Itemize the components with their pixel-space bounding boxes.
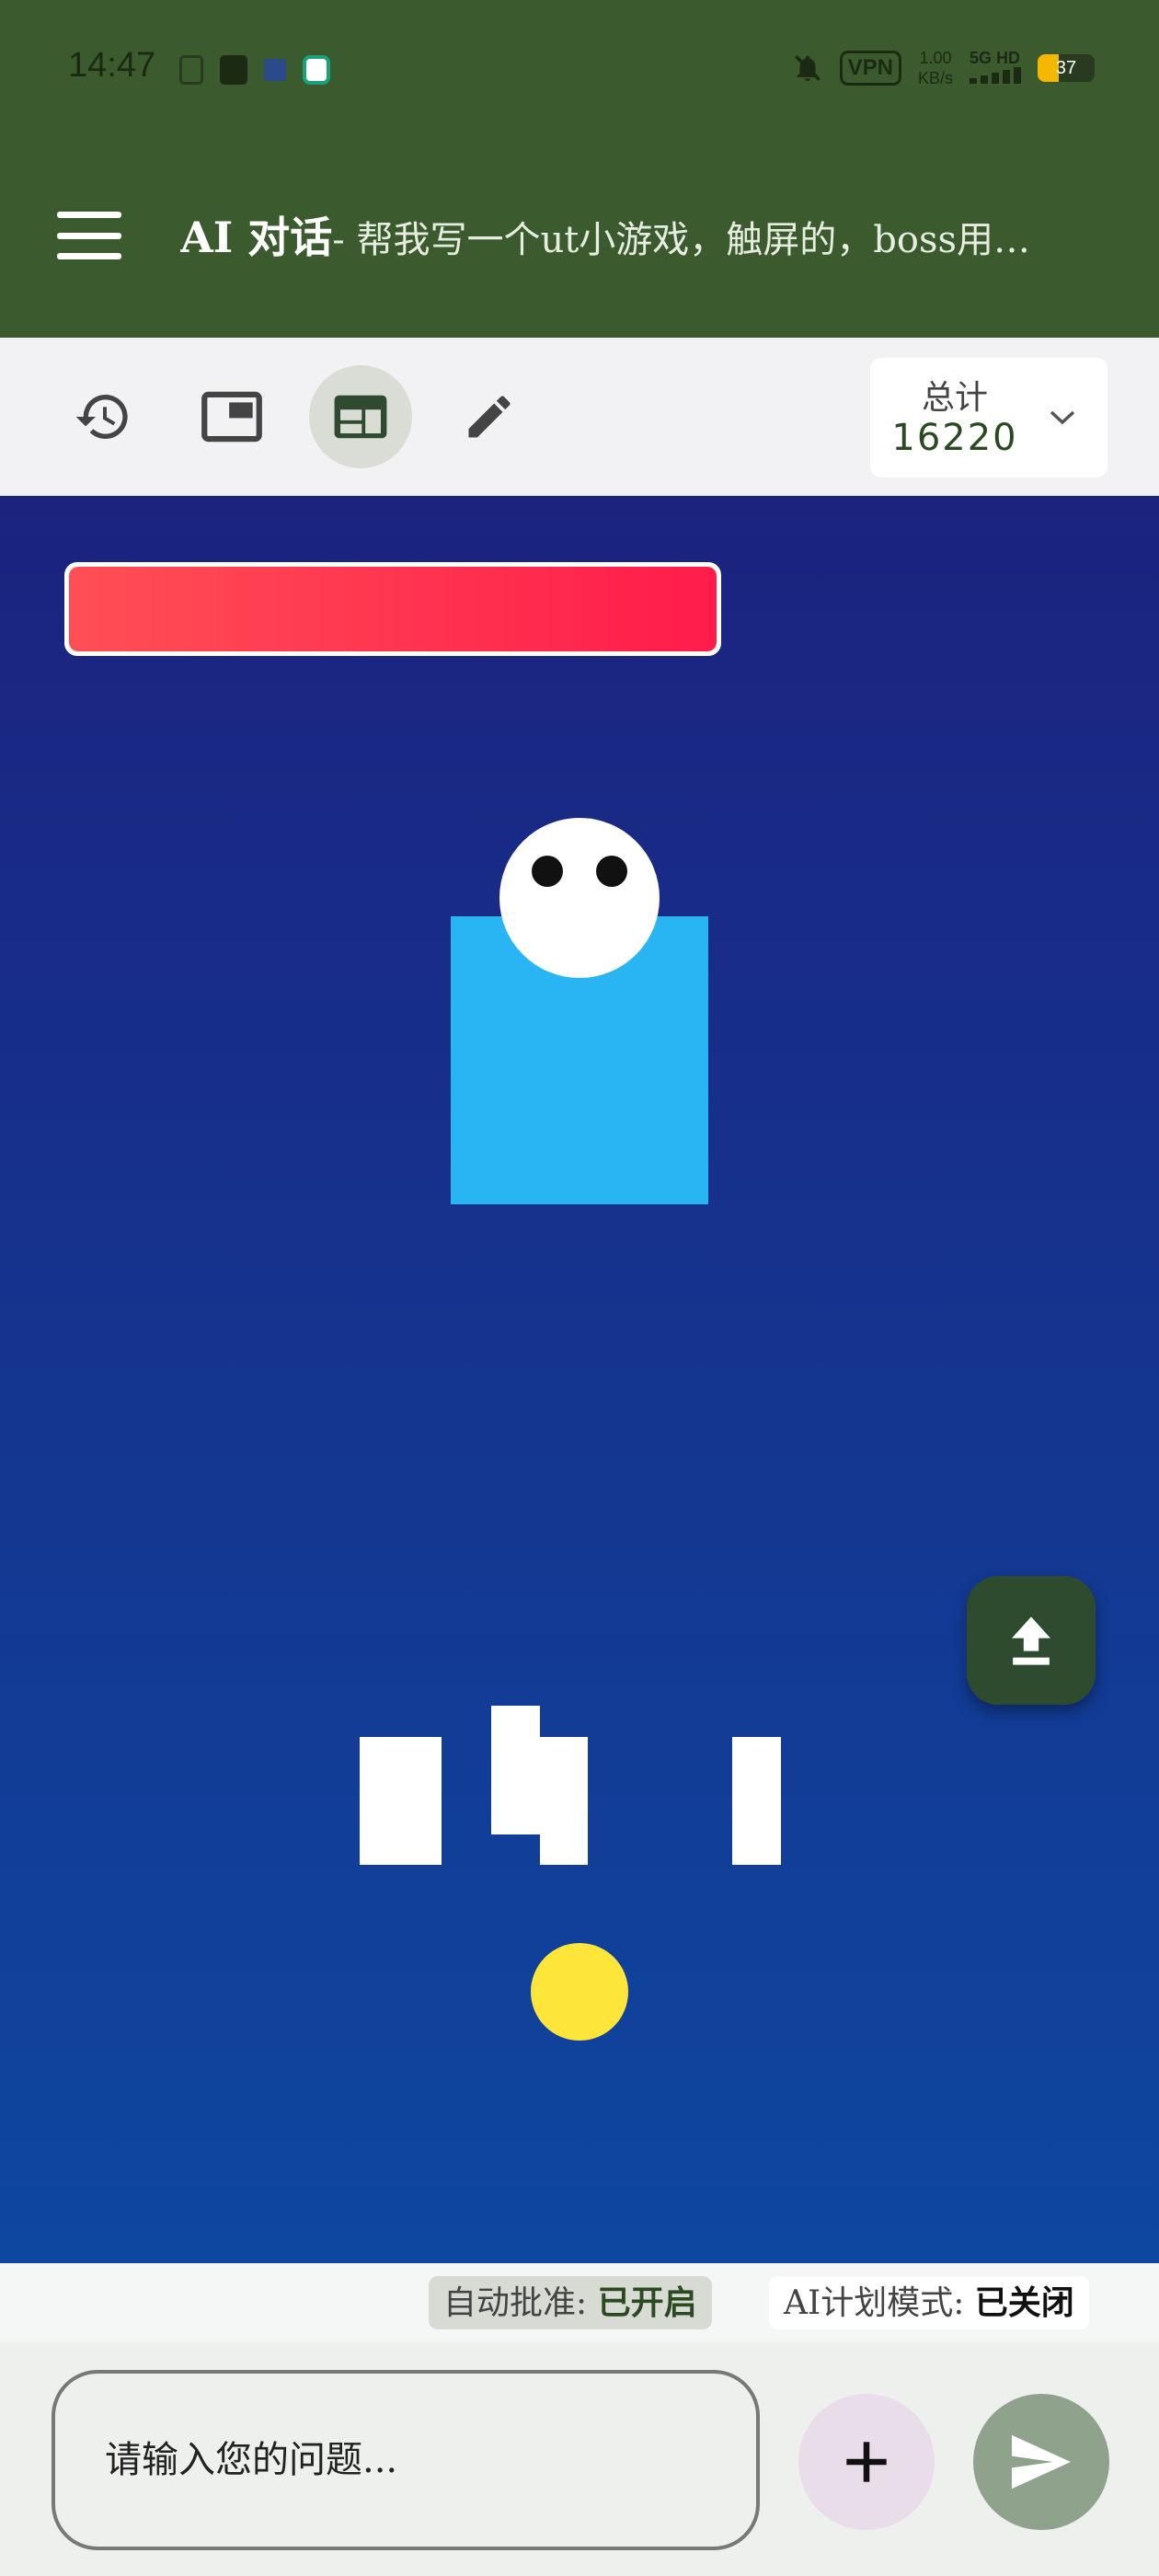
bullet [360, 1737, 442, 1865]
speed-value: 1.00 [919, 49, 952, 67]
total-value: 16220 [891, 417, 1018, 459]
history-icon [75, 395, 128, 439]
bank-app-icon [303, 55, 330, 85]
boss-right-eye [596, 856, 627, 887]
bullet [540, 1737, 588, 1865]
boss-head [499, 818, 660, 978]
game-canvas[interactable] [0, 496, 1159, 2263]
hamburger-menu-icon[interactable] [57, 212, 121, 259]
web-layout-icon [334, 395, 387, 439]
chat-input-bar [0, 2342, 1159, 2576]
picture-in-picture-icon [201, 391, 262, 443]
boss-left-eye [532, 856, 563, 887]
vpn-indicator: VPN [839, 51, 901, 86]
upload-icon [1012, 1616, 1050, 1665]
conversation-subtitle: - 帮我写一个ut小游戏，触屏的，boss用… [332, 219, 1031, 261]
picture-in-picture-button[interactable] [180, 365, 283, 468]
auto-approve-label: 自动批准: [443, 2284, 598, 2322]
plan-mode-toggle[interactable]: AI计划模式: 已关闭 [769, 2276, 1089, 2329]
add-attachment-button[interactable] [798, 2394, 935, 2530]
menu-line [57, 212, 121, 218]
signal-icon [970, 67, 1021, 84]
battery-level: 37 [1055, 58, 1077, 78]
mode-strip: 自动批准: 已开启 AI计划模式: 已关闭 [0, 2263, 1159, 2342]
plan-mode-label: AI计划模式: [784, 2284, 975, 2322]
network-label: 5G HD [970, 49, 1021, 67]
system-status-icons: VPN 1.00 KB/s 5G HD 37 [792, 48, 1095, 88]
speed-unit: KB/s [917, 69, 953, 87]
page-title: AI 对话- 帮我写一个ut小游戏，触屏的，boss用… [180, 204, 1100, 265]
boss-health-bar [64, 562, 721, 656]
network-type: 5G HD [970, 49, 1021, 87]
notification-icons [179, 55, 330, 85]
total-label: 总计 [921, 379, 988, 417]
history-button[interactable] [52, 365, 155, 468]
file-icon [179, 55, 203, 85]
network-speed: 1.00 KB/s [918, 48, 953, 88]
app-icon [264, 59, 286, 81]
menu-line [57, 232, 121, 239]
sim-card-icon [220, 55, 247, 85]
toolbar: 总计 16220 [0, 338, 1159, 496]
title-text: AI 对话 [180, 213, 333, 262]
chevron-down-icon [1039, 395, 1085, 441]
web-layout-button[interactable] [309, 365, 412, 468]
bullet [732, 1737, 781, 1865]
token-total-dropdown[interactable]: 总计 16220 [870, 358, 1107, 477]
plus-icon [846, 2442, 887, 2482]
send-button[interactable] [973, 2394, 1109, 2530]
plan-mode-value: 已关闭 [974, 2283, 1074, 2322]
mute-bell-icon [794, 55, 820, 82]
bullet [491, 1706, 540, 1834]
status-time: 14:47 [68, 46, 156, 85]
auto-approve-toggle[interactable]: 自动批准: 已开启 [429, 2276, 712, 2329]
send-icon [1012, 2434, 1071, 2490]
edit-button[interactable] [438, 365, 541, 468]
boss-health-fill [69, 567, 717, 651]
menu-line [57, 253, 121, 259]
battery-icon: 37 [1038, 54, 1095, 82]
message-input[interactable] [52, 2370, 760, 2550]
player-ball[interactable] [531, 1943, 628, 2041]
app-header: 14:47 VPN 1.00 KB/s 5G HD 37 AI 对话- 帮我写一… [0, 0, 1159, 338]
upload-button[interactable] [967, 1576, 1096, 1705]
auto-approve-value: 已开启 [597, 2283, 697, 2322]
edit-pencil-icon [468, 396, 511, 438]
